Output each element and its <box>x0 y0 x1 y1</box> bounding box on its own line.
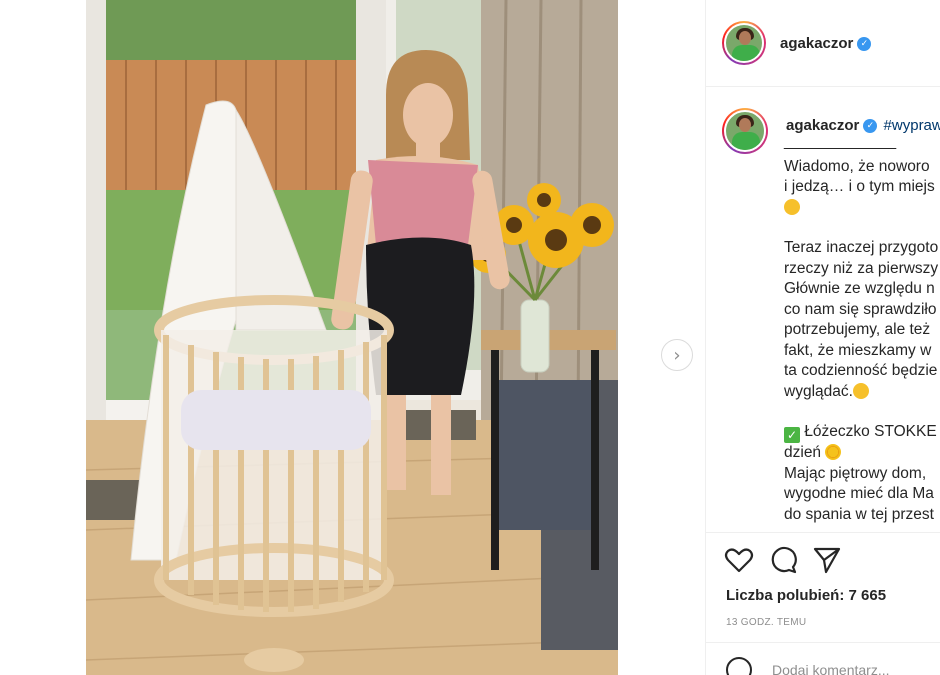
caption-paragraph-1: Wiadomo, że noworo i jedzą… i o tym miej… <box>784 157 940 219</box>
verified-badge-icon: ✓ <box>863 119 878 134</box>
caption-area: agakaczor ✓ #wypraw _____________ Wiadomo… <box>706 88 940 533</box>
header-username[interactable]: agakaczor ✓ <box>780 35 872 52</box>
sun-emoji-icon <box>825 444 842 460</box>
paper-plane-icon[interactable] <box>812 545 842 575</box>
avatar[interactable] <box>722 21 766 65</box>
post-header: agakaczor ✓ <box>706 0 940 87</box>
sleeping-face-emoji-icon <box>784 198 800 215</box>
sweat-smile-emoji-icon <box>852 382 869 399</box>
post-side-panel: agakaczor ✓ agakaczor ✓ #wypraw __________… <box>705 0 940 675</box>
action-bar <box>724 545 842 575</box>
photo-illustration <box>86 0 618 675</box>
caption-text: _____________ Wiadomo, że noworo i jedzą… <box>784 133 940 525</box>
verified-badge-icon: ✓ <box>857 36 872 51</box>
caption-divider: _____________ <box>784 133 897 150</box>
comment-bubble-icon[interactable] <box>768 545 798 575</box>
comment-input-row: Dodaj komentarz... <box>706 642 940 675</box>
post-photo[interactable] <box>86 0 618 675</box>
chevron-right-icon: › <box>673 344 681 366</box>
post-timestamp[interactable]: 13 GODZ. TEMU <box>726 617 806 628</box>
check-mark-emoji-icon: ✓ <box>784 427 800 443</box>
heart-icon[interactable] <box>724 545 754 575</box>
smiley-icon[interactable] <box>726 656 752 675</box>
comment-input[interactable]: Dodaj komentarz... <box>772 662 890 675</box>
caption-paragraph-2: Teraz inaczej przygoto rzeczy niż za pie… <box>784 239 939 400</box>
caption-avatar[interactable] <box>722 108 768 154</box>
username-text[interactable]: agakaczor <box>780 35 853 52</box>
next-photo-button[interactable]: › <box>661 339 693 371</box>
caption-paragraph-4: Mając piętrowy dom, wygodne mieć dla Ma … <box>784 464 934 523</box>
caption-paragraph-3: ✓ Łóżeczko STOKKE dzień <box>784 423 937 461</box>
post-media-area: › <box>0 0 705 675</box>
likes-count[interactable]: Liczba polubień: 7 665 <box>726 587 886 604</box>
